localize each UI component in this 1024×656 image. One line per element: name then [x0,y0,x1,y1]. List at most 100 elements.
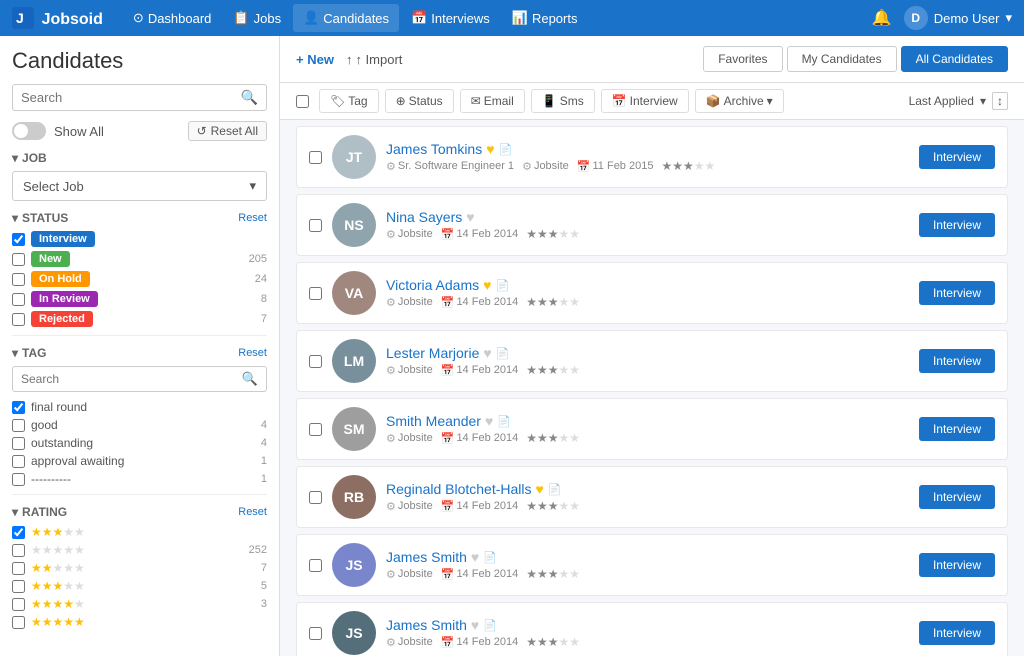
tag-checkbox-final-round[interactable] [12,401,25,414]
status-checkbox-onhold[interactable] [12,273,25,286]
nav-reports[interactable]: 📊 Reports [502,4,588,32]
interview-button[interactable]: Interview [919,213,995,237]
tab-all-candidates[interactable]: All Candidates [901,46,1008,72]
interview-button[interactable]: Interview [919,553,995,577]
status-badge-inreview: In Review [31,291,98,307]
candidate-name[interactable]: James Tomkins ♥ 📄 [386,141,909,157]
rating-reset-button[interactable]: Reset [238,506,267,518]
tag-action-button[interactable]: 🏷 Tag [319,89,379,113]
candidate-name[interactable]: Nina Sayers ♥ [386,209,909,225]
heart-icon[interactable]: ♥ [536,481,544,497]
interview-button[interactable]: Interview [919,145,995,169]
table-row: NS Nina Sayers ♥ ⚙ Jobsite 📅 14 Feb 2014… [296,194,1008,256]
avatar: LM [332,339,376,383]
import-button[interactable]: ↑ ↑ Import [346,52,402,67]
candidate-name[interactable]: James Smith ♥ 📄 [386,549,909,565]
interview-button[interactable]: Interview [919,417,995,441]
row-checkbox[interactable] [309,423,322,436]
sort-chevron-icon[interactable]: ▾ [980,94,986,108]
candidate-name[interactable]: Lester Marjorie ♥ 📄 [386,345,909,361]
bell-icon[interactable]: 🔔 [872,8,892,28]
tag-search-icon: 🔍 [242,371,258,387]
interview-button[interactable]: Interview [919,485,995,509]
candidate-action: Interview [919,553,995,577]
tag-reset-button[interactable]: Reset [238,347,267,359]
rating-checkbox-4[interactable] [12,598,25,611]
candidate-name[interactable]: Smith Meander ♥ 📄 [386,413,909,429]
status-checkbox-interview[interactable] [12,233,25,246]
status-action-button[interactable]: ⊕ Status [385,89,454,113]
heart-icon[interactable]: ♥ [471,617,479,633]
rating-checkbox-3b[interactable] [12,580,25,593]
top-nav: J Jobsoid ⊙ Dashboard 📋 Jobs 👤 Candidate… [0,0,1024,36]
interview-button[interactable]: Interview [919,621,995,645]
new-button[interactable]: + New [296,52,334,67]
tag-checkbox-approval-awaiting[interactable] [12,455,25,468]
candidate-name[interactable]: Victoria Adams ♥ 📄 [386,277,909,293]
interview-button[interactable]: Interview [919,349,995,373]
heart-icon[interactable]: ♥ [483,345,491,361]
status-reset-button[interactable]: Reset [238,212,267,224]
logo[interactable]: J Jobsoid [12,7,103,30]
source-label: ⚙ Jobsite [386,500,433,513]
sort-direction-icon[interactable]: ↕ [992,92,1008,110]
sms-action-button[interactable]: 📱 Sms [531,89,595,113]
nav-jobs[interactable]: 📋 Jobs [223,4,291,32]
candidate-name[interactable]: James Smith ♥ 📄 [386,617,909,633]
row-checkbox[interactable] [309,559,322,572]
interview-action-button[interactable]: 📅 Interview [601,89,689,113]
tag-checkbox-misc[interactable] [12,473,25,486]
candidate-name[interactable]: Reginald Blotchet-Halls ♥ 📄 [386,481,909,497]
row-checkbox[interactable] [309,151,322,164]
row-checkbox[interactable] [309,627,322,640]
status-checkbox-inreview[interactable] [12,293,25,306]
tag-section-title: ▾ TAG [12,346,46,360]
row-checkbox[interactable] [309,491,322,504]
row-checkbox[interactable] [309,355,322,368]
rating-checkbox-1[interactable] [12,544,25,557]
tab-my-candidates[interactable]: My Candidates [787,46,897,72]
rating-checkbox-2[interactable] [12,562,25,575]
candidate-action: Interview [919,621,995,645]
source-icon: ⚙ [522,160,532,173]
email-action-button[interactable]: ✉ Email [460,89,525,113]
select-job-dropdown[interactable]: Select Job ▾ [12,171,267,201]
reset-all-button[interactable]: ↺ Reset All [188,121,267,141]
tag-search-input[interactable] [21,372,242,386]
user-menu[interactable]: D Demo User ▾ [904,6,1012,30]
row-checkbox[interactable] [309,219,322,232]
table-row: JS James Smith ♥ 📄 ⚙ Jobsite 📅 14 Feb 20… [296,602,1008,656]
tag-item-final-round: final round [12,400,267,414]
nav-dashboard[interactable]: ⊙ Dashboard [123,4,222,32]
nav-candidates[interactable]: 👤 Candidates [293,4,399,32]
rating-item-2stars: ★★★★★ 7 [12,561,267,575]
nav-interviews[interactable]: 📅 Interviews [401,4,500,32]
tag-checkbox-good[interactable] [12,419,25,432]
rating-checkbox-5[interactable] [12,616,25,629]
search-input[interactable] [21,90,241,105]
heart-icon[interactable]: ♥ [485,413,493,429]
status-checkbox-rejected[interactable] [12,313,25,326]
status-item-onhold: On Hold 24 [12,271,267,287]
interview-button[interactable]: Interview [919,281,995,305]
heart-icon[interactable]: ♥ [471,549,479,565]
chevron-down-icon: ▾ [767,94,773,108]
rating-checkbox-3[interactable] [12,526,25,539]
source-icon: ⚙ [386,296,396,309]
row-checkbox[interactable] [309,287,322,300]
heart-icon[interactable]: ♥ [486,141,494,157]
status-count-onhold: 24 [255,273,267,285]
select-all-checkbox[interactable] [296,95,309,108]
table-row: RB Reginald Blotchet-Halls ♥ 📄 ⚙ Jobsite… [296,466,1008,528]
status-badge-rejected: Rejected [31,311,93,327]
heart-icon[interactable]: ♥ [483,277,491,293]
tag-checkbox-outstanding[interactable] [12,437,25,450]
status-checkbox-new[interactable] [12,253,25,266]
archive-action-button[interactable]: 📦 Archive ▾ [695,89,784,113]
tab-favorites[interactable]: Favorites [703,46,782,72]
show-all-toggle[interactable] [12,122,46,140]
rating-count-3: 5 [261,580,267,592]
heart-icon[interactable]: ♥ [466,209,474,225]
candidate-meta: ⚙ Jobsite 📅 14 Feb 2014 ★★★★★ [386,227,909,241]
source-label: ⚙ Jobsite [386,568,433,581]
